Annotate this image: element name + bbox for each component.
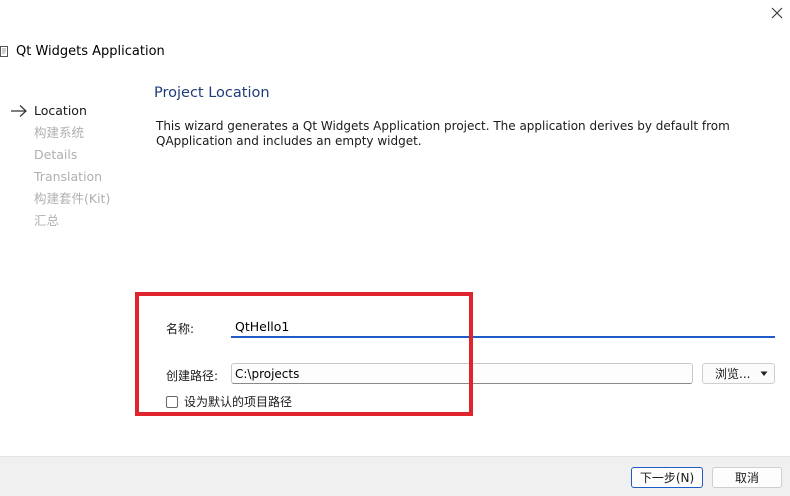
window-title-row: Qt Widgets Application xyxy=(0,42,165,60)
cancel-button[interactable]: 取消 xyxy=(712,467,782,488)
step-label: 构建系统 xyxy=(34,125,85,140)
default-path-label: 设为默认的项目路径 xyxy=(184,395,293,409)
wizard-window: Qt Widgets Application Location 构建系统 Det… xyxy=(0,0,790,496)
step-translation: Translation xyxy=(10,166,130,188)
step-details: Details xyxy=(10,144,130,166)
path-input[interactable] xyxy=(231,363,693,384)
step-label: Details xyxy=(34,147,78,162)
step-summary: 汇总 xyxy=(10,210,130,232)
browse-button[interactable]: 浏览... xyxy=(702,363,775,384)
step-label: Location xyxy=(34,103,87,118)
page-description: This wizard generates a Qt Widgets Appli… xyxy=(156,119,730,148)
arrow-right-icon xyxy=(11,105,27,117)
step-location: Location xyxy=(10,100,130,122)
window-title: Qt Widgets Application xyxy=(16,43,165,59)
cancel-label: 取消 xyxy=(734,471,759,485)
name-input[interactable] xyxy=(231,316,775,338)
step-kits: 构建套件(Kit) xyxy=(10,188,130,210)
browse-label: 浏览... xyxy=(715,367,751,381)
close-icon[interactable] xyxy=(771,7,783,19)
close-button[interactable] xyxy=(766,2,788,24)
footer-bar: 下一步(N) 取消 xyxy=(0,456,790,496)
app-icon xyxy=(0,45,10,57)
checkbox-box[interactable] xyxy=(166,395,178,408)
name-label: 名称: xyxy=(166,322,195,336)
step-label: Translation xyxy=(34,169,103,184)
page-title: Project Location xyxy=(154,85,270,101)
next-button[interactable]: 下一步(N) xyxy=(631,467,703,488)
wizard-steps: Location 构建系统 Details Translation 构建套件(K… xyxy=(10,100,130,232)
step-label: 汇总 xyxy=(34,213,60,228)
step-build-system: 构建系统 xyxy=(10,122,130,144)
step-label: 构建套件(Kit) xyxy=(34,191,111,206)
default-path-checkbox[interactable]: 设为默认的项目路径 xyxy=(166,393,292,410)
chevron-down-icon xyxy=(760,371,768,376)
path-label: 创建路径: xyxy=(166,369,219,383)
next-label: 下一步(N) xyxy=(639,471,695,485)
